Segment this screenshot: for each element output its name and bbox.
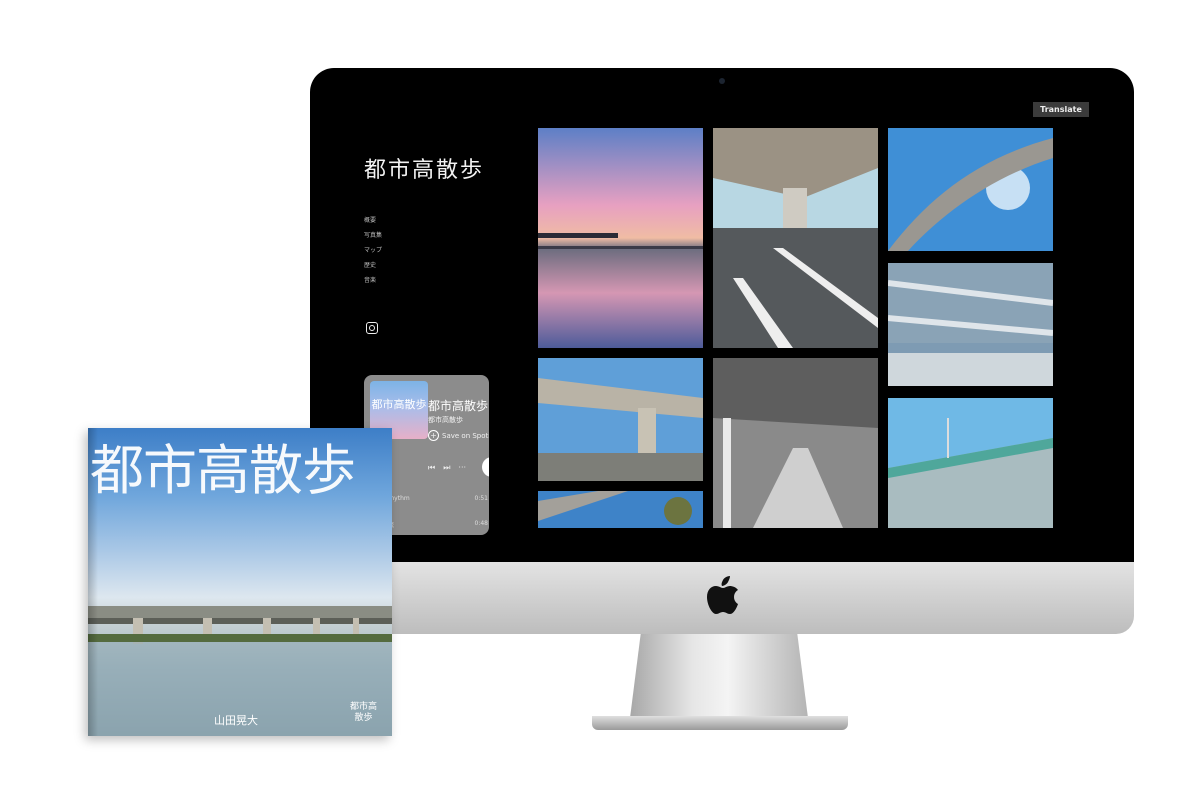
camera-dot	[719, 78, 725, 84]
player-controls: ⏮ ⏭ ···	[428, 463, 466, 473]
nav-item-music[interactable]: 音楽	[364, 273, 382, 288]
book-title: 都市高散歩	[90, 439, 356, 502]
photo-highway-lamp[interactable]	[888, 398, 1053, 528]
imac-stand	[630, 634, 808, 718]
next-icon[interactable]: ⏭	[443, 463, 450, 473]
apple-logo-icon	[707, 576, 738, 614]
imac-chin	[310, 562, 1134, 634]
save-on-spotify-button[interactable]: + Save on Spotify	[428, 430, 489, 441]
nav-item-photobook[interactable]: 写真集	[364, 228, 382, 243]
book-author: 山田晃大	[214, 714, 258, 727]
track-row[interactable]: 流 0:48	[388, 520, 488, 529]
track-row[interactable]: rhythm 0:51	[388, 495, 488, 502]
photo-highway-underside[interactable]	[888, 263, 1053, 386]
play-icon[interactable]	[482, 457, 489, 477]
photo-underpass-road[interactable]	[713, 128, 878, 348]
book-small-title: 都市高 散歩	[350, 702, 378, 723]
nav-item-history[interactable]: 歴史	[364, 258, 382, 273]
imac-screen: Translate 都市高散歩 概要 写真集 マップ 歴史 音楽 都市高散歩 都…	[310, 68, 1134, 562]
photo-monochrome-walkway[interactable]	[713, 358, 878, 528]
more-icon[interactable]: ···	[458, 463, 466, 473]
artist-name: 都市高散歩	[428, 416, 463, 424]
nav-item-map[interactable]: マップ	[364, 243, 382, 258]
nav-item-overview[interactable]: 概要	[364, 213, 382, 228]
previous-icon[interactable]: ⏮	[428, 463, 435, 473]
translate-button[interactable]: Translate	[1033, 102, 1089, 117]
photo-highway-junction[interactable]	[538, 358, 703, 481]
photo-curved-highway-sun[interactable]	[888, 128, 1053, 251]
photo-sunset-river[interactable]	[538, 128, 703, 348]
instagram-icon[interactable]	[366, 322, 378, 334]
plus-icon: +	[428, 430, 439, 441]
site-title: 都市高散歩	[364, 158, 485, 183]
imac-foot	[592, 716, 848, 730]
photobook-cover: 都市高散歩 山田晃大 都市高 散歩	[88, 428, 392, 736]
site-nav: 概要 写真集 マップ 歴史 音楽	[364, 213, 382, 288]
photo-highway-dusk[interactable]	[538, 491, 703, 528]
album-title: 都市高散歩	[428, 399, 489, 413]
